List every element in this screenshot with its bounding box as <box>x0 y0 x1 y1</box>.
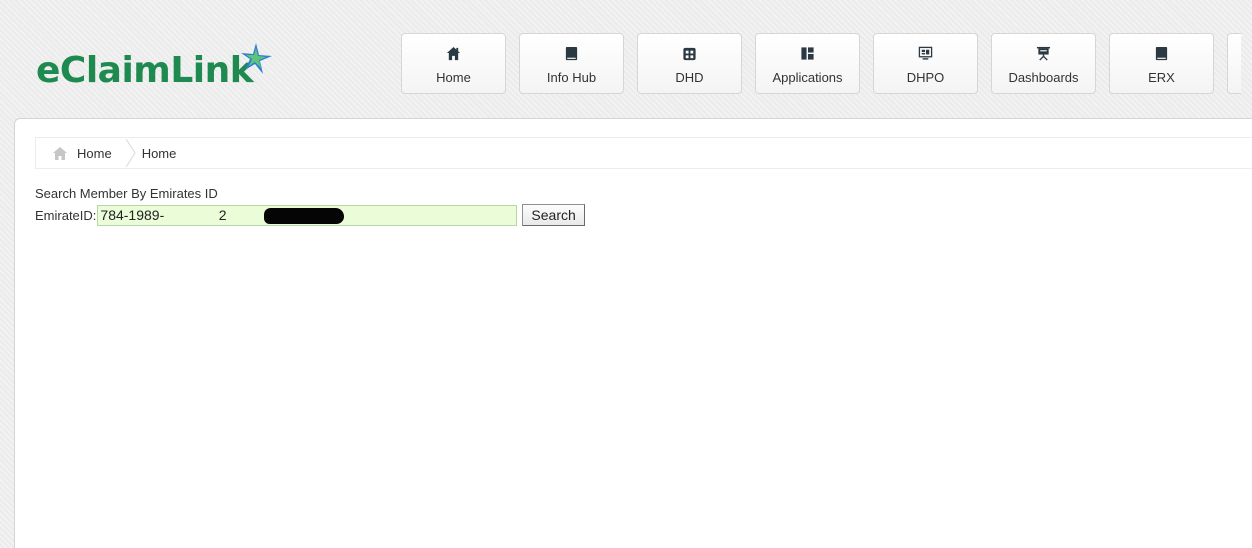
breadcrumb-home-label: Home <box>77 145 112 161</box>
top-navigation: Home Info Hub DHD Applications DHPO Dash… <box>401 33 1241 94</box>
monitor-icon <box>918 46 933 60</box>
nav-info-hub[interactable]: Info Hub <box>519 33 624 94</box>
emirate-id-label: EmirateID: <box>35 207 97 223</box>
nav-home[interactable]: Home <box>401 33 506 94</box>
main-content: Home Home Search Member By Emirates ID E… <box>14 118 1252 548</box>
nav-erx[interactable]: ERX <box>1109 33 1214 94</box>
nav-applications[interactable]: Applications <box>755 33 860 94</box>
breadcrumb: Home Home <box>35 137 1252 169</box>
book-icon <box>565 46 578 61</box>
nav-applications-label: Applications <box>772 70 843 85</box>
nav-dhd-label: DHD <box>675 70 704 85</box>
logo-star-icon <box>241 43 273 74</box>
home-icon <box>446 46 461 61</box>
search-form: EmirateID: Search <box>35 204 585 226</box>
breadcrumb-separator-icon <box>125 139 136 167</box>
logo-text: eClaimLink <box>36 50 254 91</box>
apps-grid-icon <box>801 47 814 60</box>
breadcrumb-home[interactable]: Home <box>36 138 126 168</box>
search-button[interactable]: Search <box>522 204 585 226</box>
nav-erx-label: ERX <box>1148 70 1175 85</box>
nav-dashboards[interactable]: Dashboards <box>991 33 1096 94</box>
eclaimlink-logo[interactable]: eClaimLink <box>36 43 273 91</box>
nav-info-hub-label: Info Hub <box>546 70 597 85</box>
search-title: Search Member By Emirates ID <box>35 186 218 201</box>
presentation-icon <box>1036 46 1051 61</box>
book-icon <box>1155 46 1168 61</box>
breadcrumb-current: Home <box>141 145 177 161</box>
nav-home-label: Home <box>436 70 471 85</box>
home-icon <box>53 146 67 160</box>
nav-dashboards-label: Dashboards <box>1008 70 1079 85</box>
nav-dhpo[interactable]: DHPO <box>873 33 978 94</box>
hospital-icon <box>683 47 696 61</box>
nav-more[interactable] <box>1227 33 1241 94</box>
nav-dhd[interactable]: DHD <box>637 33 742 94</box>
nav-dhpo-label: DHPO <box>906 70 945 85</box>
redaction-mark <box>264 207 345 224</box>
